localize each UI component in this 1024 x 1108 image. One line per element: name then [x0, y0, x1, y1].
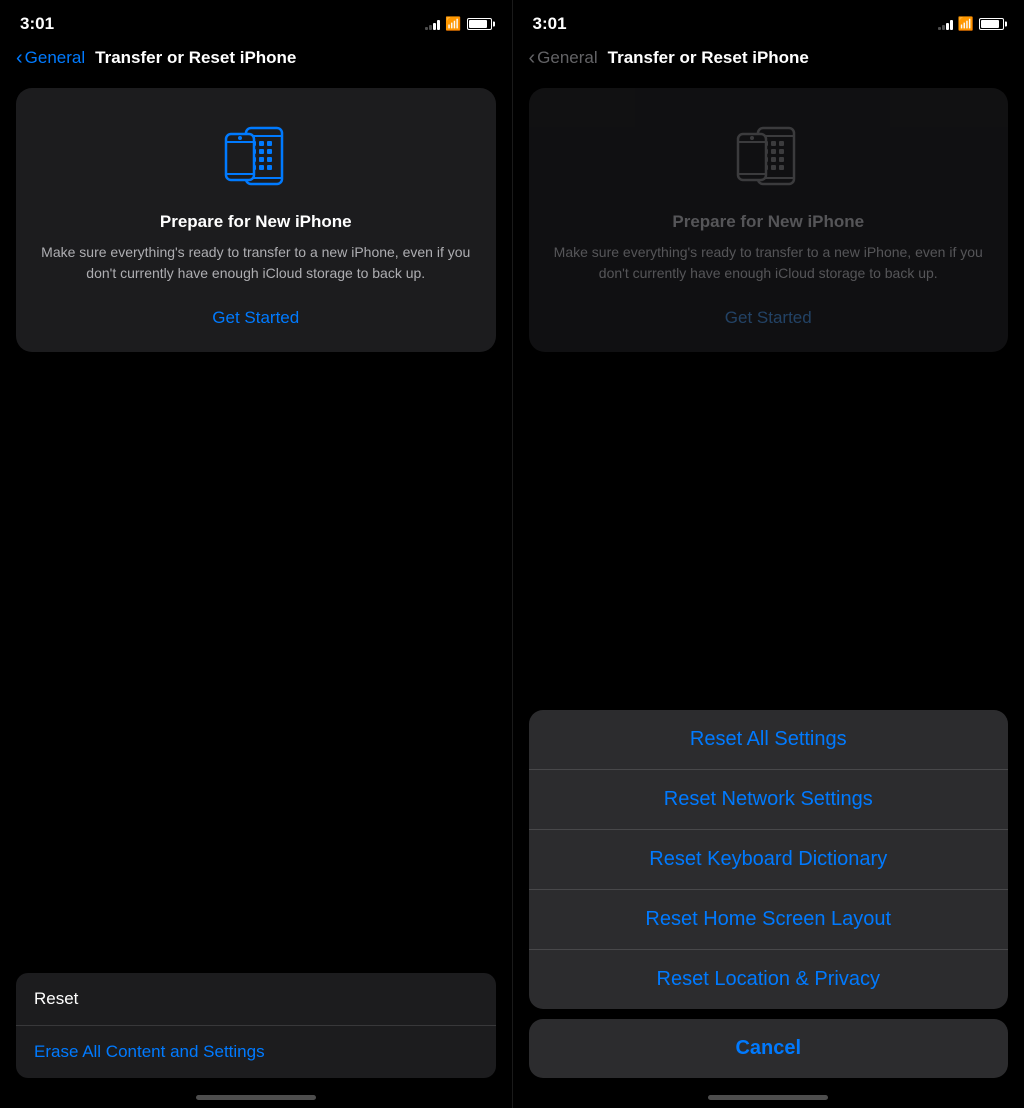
left-status-bar: 3:01 📶	[0, 0, 512, 44]
right-prepare-icon	[728, 116, 808, 196]
left-reset-item-reset[interactable]: Reset	[16, 973, 496, 1026]
right-battery-icon	[979, 18, 1004, 30]
right-signal-icon	[938, 18, 953, 30]
left-reset-item-erase[interactable]: Erase All Content and Settings	[16, 1026, 496, 1078]
right-wifi-icon: 📶	[958, 16, 974, 32]
left-prepare-title: Prepare for New iPhone	[160, 212, 352, 232]
left-nav-title: Transfer or Reset iPhone	[95, 48, 296, 68]
right-phone-panel: 3:01 📶 ‹ General Transfer or Reset iPhon…	[513, 0, 1024, 1108]
reset-all-settings-button[interactable]: Reset All Settings	[529, 710, 1009, 770]
left-prepare-icon	[216, 116, 296, 196]
reset-network-settings-button[interactable]: Reset Network Settings	[529, 770, 1009, 830]
left-back-button[interactable]: ‹ General	[16, 48, 85, 68]
left-wifi-icon: 📶	[445, 16, 461, 32]
left-signal-icon	[425, 18, 440, 30]
right-prepare-desc: Make sure everything's ready to transfer…	[549, 242, 989, 284]
right-back-label: General	[537, 48, 597, 68]
left-nav-bar: ‹ General Transfer or Reset iPhone	[0, 44, 512, 80]
left-back-chevron-icon: ‹	[16, 48, 23, 68]
left-content: Prepare for New iPhone Make sure everyth…	[0, 80, 512, 973]
left-prepare-card[interactable]: Prepare for New iPhone Make sure everyth…	[16, 88, 496, 352]
right-content: Prepare for New iPhone Make sure everyth…	[513, 80, 1024, 403]
left-status-icons: 📶	[425, 16, 491, 32]
right-nav-bar: ‹ General Transfer or Reset iPhone	[513, 44, 1024, 80]
left-time: 3:01	[20, 14, 54, 34]
left-reset-list: Reset Erase All Content and Settings	[16, 973, 496, 1078]
reset-location-privacy-button[interactable]: Reset Location & Privacy	[529, 950, 1009, 1009]
left-phone-panel: 3:01 📶 ‹ General Transfer or Reset iPhon…	[0, 0, 512, 1108]
reset-home-screen-layout-button[interactable]: Reset Home Screen Layout	[529, 890, 1009, 950]
right-cancel-button[interactable]: Cancel	[529, 1019, 1009, 1078]
right-time: 3:01	[533, 14, 567, 34]
right-nav-title: Transfer or Reset iPhone	[608, 48, 809, 68]
right-back-chevron-icon: ‹	[529, 48, 536, 68]
left-get-started-button[interactable]: Get Started	[212, 304, 299, 332]
right-action-sheet: Reset All Settings Reset Network Setting…	[529, 710, 1009, 1009]
right-status-icons: 📶	[938, 16, 1004, 32]
right-prepare-card[interactable]: Prepare for New iPhone Make sure everyth…	[529, 88, 1009, 352]
reset-keyboard-dictionary-button[interactable]: Reset Keyboard Dictionary	[529, 830, 1009, 890]
right-back-button[interactable]: ‹ General	[529, 48, 598, 68]
left-battery-icon	[467, 18, 492, 30]
right-home-indicator	[708, 1095, 828, 1100]
left-bottom-section: Reset Erase All Content and Settings	[0, 973, 512, 1108]
right-get-started-button[interactable]: Get Started	[725, 304, 812, 332]
left-back-label: General	[25, 48, 85, 68]
left-home-indicator	[196, 1095, 316, 1100]
left-prepare-desc: Make sure everything's ready to transfer…	[36, 242, 476, 284]
right-prepare-title: Prepare for New iPhone	[672, 212, 864, 232]
right-status-bar: 3:01 📶	[513, 0, 1024, 44]
